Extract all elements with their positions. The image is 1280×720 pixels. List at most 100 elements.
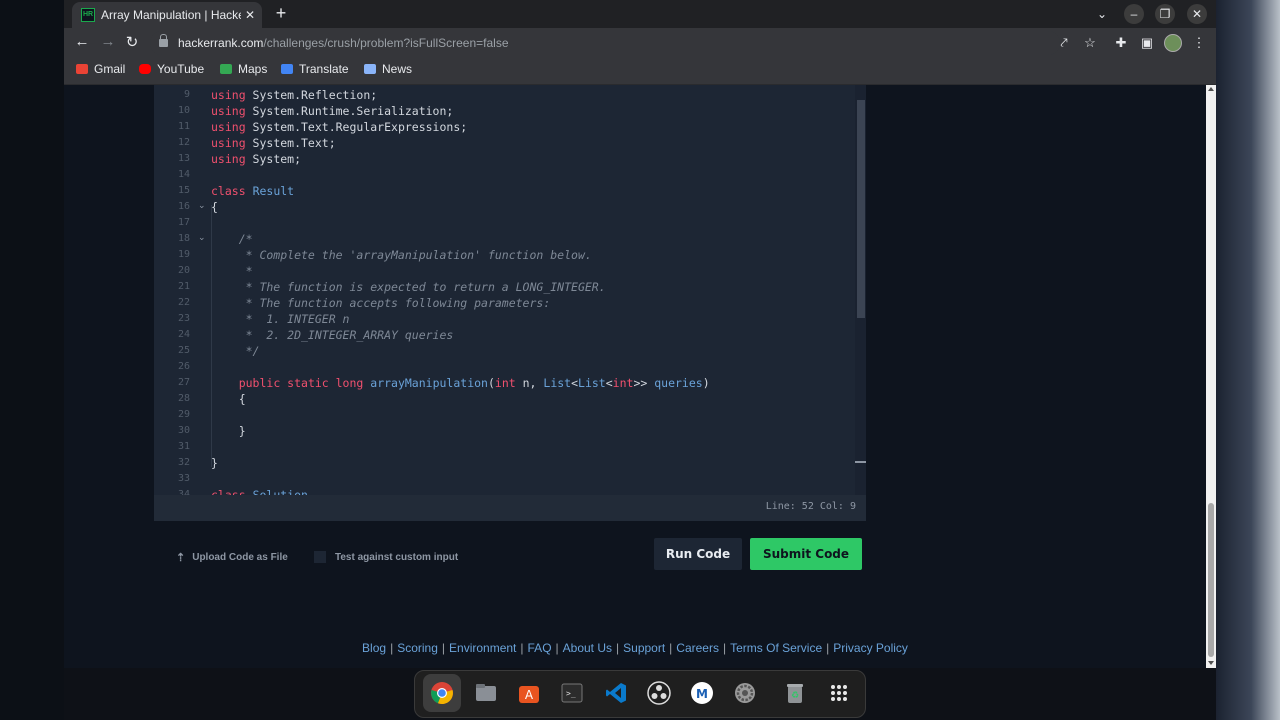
editor-scroll-thumb[interactable] xyxy=(857,100,865,318)
footer-link-scoring[interactable]: Scoring xyxy=(397,641,438,655)
chrome-icon[interactable] xyxy=(423,674,461,712)
chrome-menu-icon[interactable]: ⋮ xyxy=(1190,35,1208,51)
footer-link-blog[interactable]: Blog xyxy=(362,641,386,655)
custom-input-checkbox[interactable]: Test against custom input xyxy=(314,551,458,563)
footer-links: Blog | Scoring | Environment | FAQ | About Us | Su… xyxy=(64,641,1206,655)
line-number: 10 xyxy=(177,105,190,116)
translate-icon xyxy=(281,64,293,74)
line-number: 13 xyxy=(177,153,190,164)
footer-separator: | xyxy=(722,641,727,655)
footer-link-about-us[interactable]: About Us xyxy=(563,641,612,655)
code-token: using xyxy=(211,88,246,102)
forward-arrow-icon[interactable]: → xyxy=(98,33,118,50)
run-code-button[interactable]: Run Code xyxy=(654,538,742,570)
fold-chevron-icon[interactable]: ⌄ xyxy=(198,201,206,211)
line-number: 9 xyxy=(183,89,190,100)
terminal-icon[interactable]: >_ xyxy=(557,678,587,708)
bookmark-news[interactable]: News xyxy=(364,62,412,76)
line-number: 29 xyxy=(177,409,190,420)
bookmark-gmail[interactable]: Gmail xyxy=(76,62,125,76)
code-line: * The function accepts following paramet… xyxy=(211,295,551,311)
code-line: * 2. 2D_INTEGER_ARRAY queries xyxy=(211,327,454,343)
app-store-icon[interactable]: A xyxy=(514,678,544,708)
footer-link-careers[interactable]: Careers xyxy=(676,641,719,655)
line-number: 28 xyxy=(177,393,190,404)
files-icon[interactable] xyxy=(471,678,501,708)
trash-icon[interactable]: ♻ xyxy=(780,678,810,708)
lock-icon xyxy=(159,34,168,47)
code-line: { xyxy=(211,199,218,215)
line-number: 22 xyxy=(177,297,190,308)
page-scrollbar[interactable] xyxy=(1206,85,1216,668)
footer-separator: | xyxy=(555,641,559,655)
new-tab-button[interactable]: + xyxy=(270,3,292,24)
app-grid-icon[interactable] xyxy=(824,678,854,708)
code-line: */ xyxy=(211,343,260,359)
code-token: * xyxy=(211,264,253,278)
line-number: 20 xyxy=(177,265,190,276)
vscode-icon[interactable] xyxy=(601,678,631,708)
maps-icon xyxy=(220,64,232,74)
code-token: public static long xyxy=(238,376,364,390)
editor-scrollbar[interactable] xyxy=(855,85,866,495)
svg-text:M: M xyxy=(696,687,708,701)
bookmark-youtube[interactable]: YouTube xyxy=(139,62,204,76)
hackerrank-favicon-icon: HR xyxy=(81,8,95,22)
code-line: } xyxy=(211,423,246,439)
tab-title: Array Manipulation | HackerRank xyxy=(101,8,241,22)
scroll-down-arrow-icon[interactable] xyxy=(1208,661,1214,665)
side-panel-icon[interactable]: ▣ xyxy=(1138,35,1156,51)
window-close-icon[interactable]: ✕ xyxy=(1187,4,1207,24)
app-icon[interactable]: M xyxy=(687,678,717,708)
back-arrow-icon[interactable]: ← xyxy=(72,33,92,50)
code-token: arrayManipulation xyxy=(370,376,488,390)
code-token: System.Text; xyxy=(245,136,336,150)
checkbox-box[interactable] xyxy=(314,551,326,563)
reload-icon[interactable]: ↻ xyxy=(122,33,142,51)
code-token: < xyxy=(605,376,613,390)
code-line: * xyxy=(211,263,253,279)
restore-icon[interactable]: ❐ xyxy=(1155,4,1175,24)
footer-link-terms-of-service[interactable]: Terms Of Service xyxy=(730,641,822,655)
profile-avatar[interactable] xyxy=(1164,34,1182,52)
tab-strip: HR Array Manipulation | HackerRank ✕ + ⌄… xyxy=(64,0,1216,28)
settings-icon[interactable] xyxy=(730,678,760,708)
footer-link-environment[interactable]: Environment xyxy=(449,641,516,655)
code-token: } xyxy=(211,424,246,438)
code-editor[interactable]: 9 10 11 12 13 14 15 16 17 18 19 20 21 22 23 24 25 26 27 28 2… xyxy=(154,85,866,495)
fold-chevron-icon[interactable]: ⌄ xyxy=(198,233,206,243)
bookmark-maps[interactable]: Maps xyxy=(220,62,267,76)
obs-icon[interactable] xyxy=(644,678,674,708)
code-line: using System; xyxy=(211,151,301,167)
line-number: 25 xyxy=(177,345,190,356)
desktop-background-left xyxy=(0,0,64,720)
code-token: class xyxy=(211,488,246,495)
extensions-puzzle-icon[interactable]: ✚ xyxy=(1112,35,1130,51)
footer-link-support[interactable]: Support xyxy=(623,641,665,655)
page-scroll-thumb[interactable] xyxy=(1208,503,1214,657)
share-icon[interactable]: ⤤ xyxy=(1055,35,1073,51)
upload-code-button[interactable]: ⇡ Upload Code as File xyxy=(176,551,288,564)
footer-link-privacy-policy[interactable]: Privacy Policy xyxy=(833,641,908,655)
line-number: 23 xyxy=(177,313,190,324)
browser-tab[interactable]: HR Array Manipulation | HackerRank ✕ xyxy=(72,2,262,28)
tab-close-icon[interactable]: ✕ xyxy=(245,8,255,22)
submit-code-button[interactable]: Submit Code xyxy=(750,538,862,570)
address-bar[interactable]: hackerrank.com/challenges/crush/problem?… xyxy=(150,31,1060,55)
tab-search-icon[interactable]: ⌄ xyxy=(1092,4,1112,24)
upload-icon: ⇡ xyxy=(176,552,186,564)
code-token: ) xyxy=(702,376,710,390)
footer-link-faq[interactable]: FAQ xyxy=(528,641,552,655)
code-token: * The function accepts following paramet… xyxy=(211,296,551,310)
scroll-up-arrow-icon[interactable] xyxy=(1208,87,1214,91)
browser-window: HR Array Manipulation | HackerRank ✕ + ⌄… xyxy=(64,0,1216,668)
bookmark-star-icon[interactable]: ☆ xyxy=(1081,35,1099,51)
line-number: 32 xyxy=(177,457,190,468)
bookmark-translate[interactable]: Translate xyxy=(281,62,349,76)
line-number: 30 xyxy=(177,425,190,436)
code-line: class Solution xyxy=(211,487,308,495)
minimize-icon[interactable]: – xyxy=(1124,4,1144,24)
editor-scroll-marker xyxy=(855,461,866,463)
